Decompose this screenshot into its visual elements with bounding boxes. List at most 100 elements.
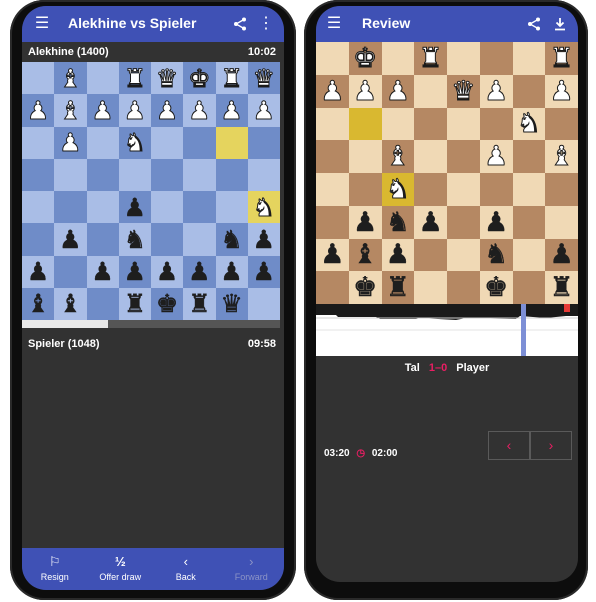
board-square[interactable] — [414, 107, 447, 141]
board-square[interactable] — [545, 173, 578, 206]
board-square[interactable]: ♜ — [545, 271, 578, 304]
black-pawn-piece[interactable]: ♟ — [123, 194, 146, 219]
black-pawn-piece[interactable]: ♟ — [549, 241, 574, 268]
white-knight-piece[interactable]: ♞ — [252, 194, 275, 220]
white-pawn-piece[interactable]: ♟ — [385, 77, 410, 105]
board-square[interactable]: ♛ — [151, 62, 184, 95]
board-square[interactable]: ♟ — [479, 74, 513, 108]
board-square[interactable]: ♜ — [118, 287, 151, 320]
board-square[interactable] — [545, 205, 578, 239]
board-square[interactable] — [86, 287, 119, 320]
board-square[interactable]: ♟ — [118, 255, 151, 288]
board-square[interactable] — [86, 158, 119, 191]
board-square[interactable]: ♝ — [54, 94, 87, 127]
board-square[interactable] — [479, 107, 513, 141]
next-move-button[interactable]: › — [530, 431, 572, 460]
white-rook-piece[interactable]: ♜ — [549, 44, 574, 72]
board-square[interactable] — [151, 158, 184, 191]
white-bishop-piece[interactable]: ♝ — [549, 143, 574, 171]
board-square[interactable]: ♞ — [512, 107, 546, 141]
black-knight-piece[interactable]: ♞ — [220, 227, 243, 252]
white-queen-piece[interactable]: ♛ — [252, 65, 275, 91]
board-square[interactable] — [447, 140, 480, 173]
black-pawn-piece[interactable]: ♟ — [386, 241, 411, 268]
board-square[interactable] — [512, 74, 546, 108]
board-square[interactable]: ♞ — [118, 126, 151, 159]
black-king-piece[interactable]: ♚ — [484, 274, 509, 301]
board-square[interactable]: ♟ — [479, 205, 513, 239]
board-square[interactable]: ♟ — [22, 255, 55, 288]
board-square[interactable] — [512, 42, 546, 75]
board-square[interactable]: ♜ — [118, 62, 151, 95]
board-square[interactable] — [183, 191, 216, 224]
board-square[interactable]: ♝ — [381, 140, 415, 173]
black-pawn-piece[interactable]: ♟ — [27, 259, 50, 284]
black-rook-piece[interactable]: ♜ — [386, 274, 411, 301]
board-square[interactable] — [479, 42, 513, 75]
board-square[interactable]: ♛ — [247, 62, 280, 95]
black-pawn-piece[interactable]: ♟ — [156, 259, 179, 284]
back-button[interactable]: ‹ Back — [153, 548, 219, 590]
board-square[interactable] — [447, 238, 480, 272]
board-square[interactable]: ♞ — [247, 191, 280, 224]
white-pawn-piece[interactable]: ♟ — [59, 130, 82, 156]
board-square[interactable]: ♟ — [183, 255, 216, 288]
board-square[interactable]: ♟ — [316, 238, 349, 272]
board-square[interactable]: ♝ — [348, 238, 382, 272]
board-square[interactable] — [86, 191, 119, 224]
white-king-piece[interactable]: ♚ — [188, 65, 211, 91]
black-king-piece[interactable]: ♚ — [353, 274, 378, 301]
board-square[interactable] — [215, 158, 248, 191]
board-square[interactable] — [348, 107, 382, 141]
board-square[interactable]: ♟ — [54, 223, 87, 256]
white-rook-piece[interactable]: ♜ — [123, 65, 146, 91]
board-square[interactable] — [183, 126, 216, 159]
white-pawn-piece[interactable]: ♟ — [252, 97, 275, 123]
board-square[interactable] — [414, 140, 447, 173]
white-queen-piece[interactable]: ♛ — [155, 65, 178, 91]
board-square[interactable] — [479, 173, 513, 206]
board-square[interactable] — [414, 238, 447, 272]
more-options-icon[interactable]: ⋮ — [256, 14, 276, 34]
board-square[interactable]: ♜ — [414, 42, 447, 75]
board-square[interactable] — [316, 42, 349, 75]
board-square[interactable]: ♝ — [545, 140, 578, 173]
board-square[interactable]: ♟ — [414, 205, 447, 239]
board-square[interactable]: ♟ — [118, 94, 151, 127]
board-square[interactable] — [447, 42, 480, 75]
board-square[interactable]: ♜ — [381, 271, 415, 304]
board-square[interactable] — [54, 158, 87, 191]
board-square[interactable]: ♚ — [348, 271, 382, 304]
black-rook-piece[interactable]: ♜ — [188, 291, 211, 316]
previous-move-button[interactable]: ‹ — [488, 431, 530, 460]
board-square[interactable] — [316, 140, 349, 173]
board-square[interactable] — [447, 205, 480, 239]
board-square[interactable] — [86, 62, 119, 95]
board-square[interactable] — [414, 173, 447, 206]
board-square[interactable] — [22, 223, 55, 256]
menu-icon[interactable]: ☰ — [324, 14, 344, 34]
white-pawn-piece[interactable]: ♟ — [26, 97, 49, 123]
board-square[interactable]: ♟ — [215, 94, 248, 127]
board-square[interactable] — [247, 158, 280, 191]
board-square[interactable] — [54, 191, 87, 224]
white-bishop-piece[interactable]: ♝ — [59, 97, 82, 123]
black-king-piece[interactable]: ♚ — [156, 291, 179, 316]
board-square[interactable]: ♚ — [479, 271, 513, 304]
board-square[interactable]: ♜ — [545, 42, 578, 75]
board-square[interactable] — [316, 107, 349, 141]
black-queen-piece[interactable]: ♛ — [220, 291, 243, 316]
board-square[interactable] — [247, 126, 280, 159]
board-square[interactable] — [183, 223, 216, 256]
board-square[interactable]: ♟ — [348, 74, 382, 108]
black-rook-piece[interactable]: ♜ — [123, 291, 146, 316]
board-square[interactable] — [151, 191, 184, 224]
board-square[interactable]: ♞ — [215, 223, 248, 256]
board-square[interactable] — [54, 255, 87, 288]
forward-button[interactable]: › Forward — [219, 548, 285, 590]
board-square[interactable]: ♟ — [479, 140, 513, 173]
share-icon[interactable] — [230, 14, 250, 34]
board-square[interactable]: ♟ — [183, 94, 216, 127]
board-square[interactable] — [545, 107, 578, 141]
black-bishop-piece[interactable]: ♝ — [59, 291, 82, 316]
